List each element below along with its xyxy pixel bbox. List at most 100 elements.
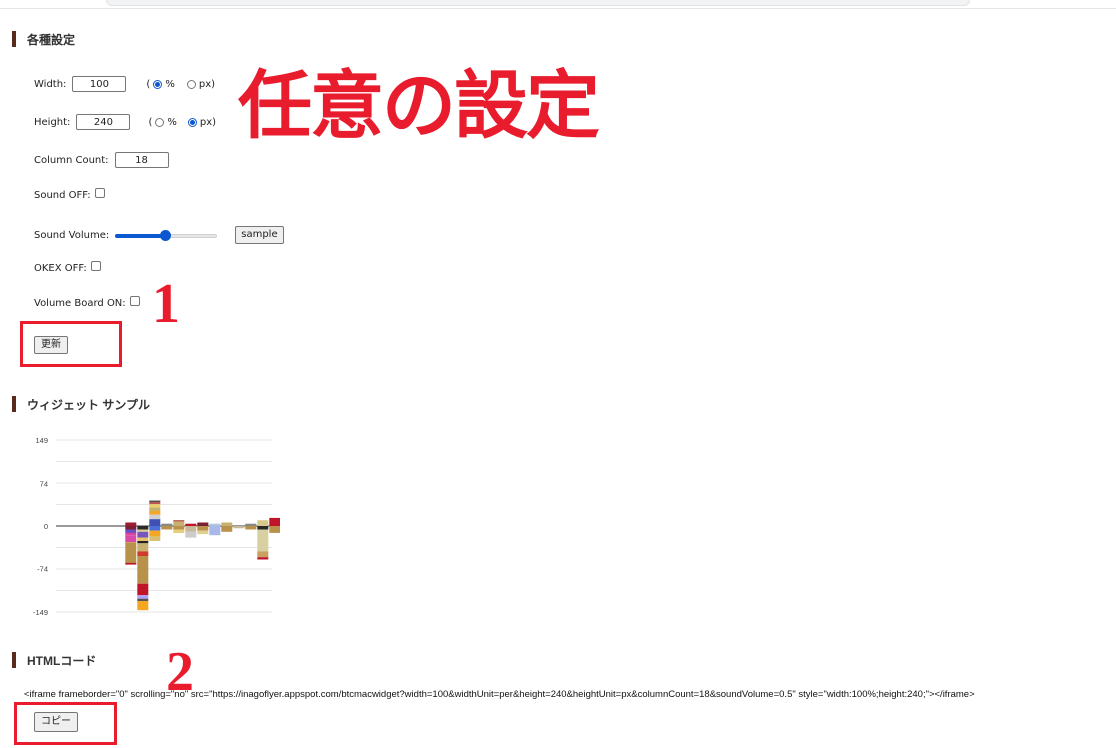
chart-bar-segment	[197, 530, 209, 535]
sound-volume-row: Sound Volume: sample	[34, 226, 284, 244]
width-unit-px-radio[interactable]	[186, 79, 196, 89]
widget-volume-chart: 149 74 0 -74 -149	[33, 436, 280, 617]
chart-y-tick-label: 149	[35, 436, 48, 445]
chart-bar-segment	[245, 523, 257, 526]
chart-bar-segment	[185, 531, 197, 538]
chart-bar-segment	[185, 526, 197, 532]
sound-off-checkbox[interactable]	[94, 187, 105, 198]
chart-y-tick-label: 74	[40, 479, 48, 488]
slider-track	[165, 234, 218, 238]
height-unit-px-label: px)	[199, 116, 217, 128]
chart-bar-segment	[161, 523, 173, 526]
chart-bar-segment	[149, 500, 161, 502]
chart-bar-segment	[149, 501, 161, 505]
sound-volume-slider[interactable]	[115, 229, 218, 241]
chart-bar-segment	[161, 526, 173, 530]
chart-bar-segment	[137, 598, 149, 601]
height-label: Height:	[34, 116, 71, 128]
chart-bar-segment	[197, 522, 209, 526]
chart-bar-segment	[125, 532, 137, 536]
column-count-row: Column Count: 18	[34, 152, 169, 168]
chart-bar-segment	[185, 523, 197, 526]
width-unit-px-label: px)	[198, 78, 216, 90]
okex-off-label: OKEX OFF:	[34, 263, 87, 274]
height-unit-percent-radio[interactable]	[155, 117, 165, 127]
chart-bar-segment	[257, 557, 269, 560]
slider-fill	[115, 234, 166, 238]
chart-bar-segment	[137, 529, 149, 532]
column-count-input[interactable]: 18	[114, 152, 169, 168]
chart-bar-segment	[137, 537, 149, 541]
okex-off-checkbox[interactable]	[90, 260, 101, 271]
browser-toolbar-strip	[0, 0, 1116, 9]
html-code-section-header: HTMLコード	[12, 652, 96, 668]
chart-bar-segment	[269, 526, 280, 533]
chart-bar-segment	[137, 595, 149, 599]
height-input[interactable]: 240	[76, 114, 131, 130]
copy-button[interactable]: コピー	[34, 712, 78, 732]
section-marker	[12, 31, 16, 47]
sound-off-label: Sound OFF:	[34, 190, 91, 201]
chart-bar-segment	[257, 551, 269, 558]
chart-bar-segment	[125, 529, 137, 533]
width-unit-percent-radio[interactable]	[153, 79, 163, 89]
chart-bar-segment	[137, 531, 149, 538]
chart-bar-segment	[173, 520, 185, 522]
chart-bar-segment	[209, 523, 221, 526]
okex-off-row: OKEX OFF:	[34, 260, 101, 274]
height-unit-px-radio[interactable]	[187, 117, 197, 127]
widget-section-title: ウィジェット サンプル	[27, 397, 150, 412]
chart-bar-segment	[197, 526, 209, 531]
chart-bar-segment	[245, 526, 257, 530]
chart-bar-segment	[173, 529, 185, 533]
html-code-section-title: HTMLコード	[27, 653, 97, 668]
width-row: Width: 100 ( % px)	[34, 76, 215, 92]
annotation-title: 任意の設定	[238, 63, 600, 149]
chart-bar-segment	[137, 601, 149, 611]
chart-bar-segment	[125, 542, 137, 563]
chart-bar-segment	[257, 529, 269, 552]
chart-y-tick-label: -74	[37, 565, 48, 574]
chart-bar-segment	[137, 543, 149, 552]
annotation-step-1: 1	[152, 273, 180, 335]
settings-section-header: 各種設定	[12, 31, 75, 47]
height-row: Height: 240 ( % px)	[34, 114, 216, 130]
chart-bar-segment	[257, 520, 269, 526]
section-marker	[12, 652, 16, 668]
chart-bar-segment	[125, 526, 137, 530]
widget-section-header: ウィジェット サンプル	[12, 396, 150, 412]
chart-bars	[125, 500, 280, 611]
chart-bar-segment	[125, 522, 137, 526]
chart-bar-segment	[221, 526, 233, 532]
chart-y-tick-label: 0	[44, 522, 48, 531]
chart-bar-segment	[149, 530, 161, 537]
sample-button[interactable]: sample	[235, 226, 284, 244]
chart-bar-segment	[137, 556, 149, 584]
volume-board-checkbox[interactable]	[129, 295, 140, 306]
width-unit-open: (	[146, 78, 151, 90]
iframe-code-text[interactable]: <iframe frameborder="0" scrolling="no" s…	[24, 689, 975, 700]
chart-bar-segment	[257, 526, 269, 530]
chart-bar-segment	[137, 526, 149, 530]
chart-bar-segment	[149, 507, 161, 511]
address-bar[interactable]	[106, 0, 970, 6]
slider-thumb[interactable]	[160, 230, 172, 241]
chart-bar-segment	[149, 526, 161, 531]
chart-bar-segment	[173, 526, 185, 530]
chart-bar-segment	[137, 583, 149, 596]
sound-volume-label: Sound Volume:	[34, 229, 110, 241]
chart-bar-segment	[221, 522, 233, 526]
chart-bar-segment	[137, 541, 149, 544]
column-count-label: Column Count:	[34, 154, 109, 166]
settings-section-title: 各種設定	[27, 32, 76, 47]
chart-bar-segment	[269, 517, 280, 526]
annotation-box-update	[20, 321, 122, 367]
width-unit-percent-label: %	[165, 78, 175, 90]
width-input[interactable]: 100	[72, 76, 127, 92]
chart-bar-segment	[149, 504, 161, 508]
chart-bar-segment	[149, 536, 161, 541]
volume-board-row: Volume Board ON:	[34, 295, 140, 309]
width-label: Width:	[34, 78, 67, 90]
chart-bar-segment	[149, 519, 161, 526]
chart-y-ticks: 149 74 0 -74 -149	[33, 436, 48, 617]
